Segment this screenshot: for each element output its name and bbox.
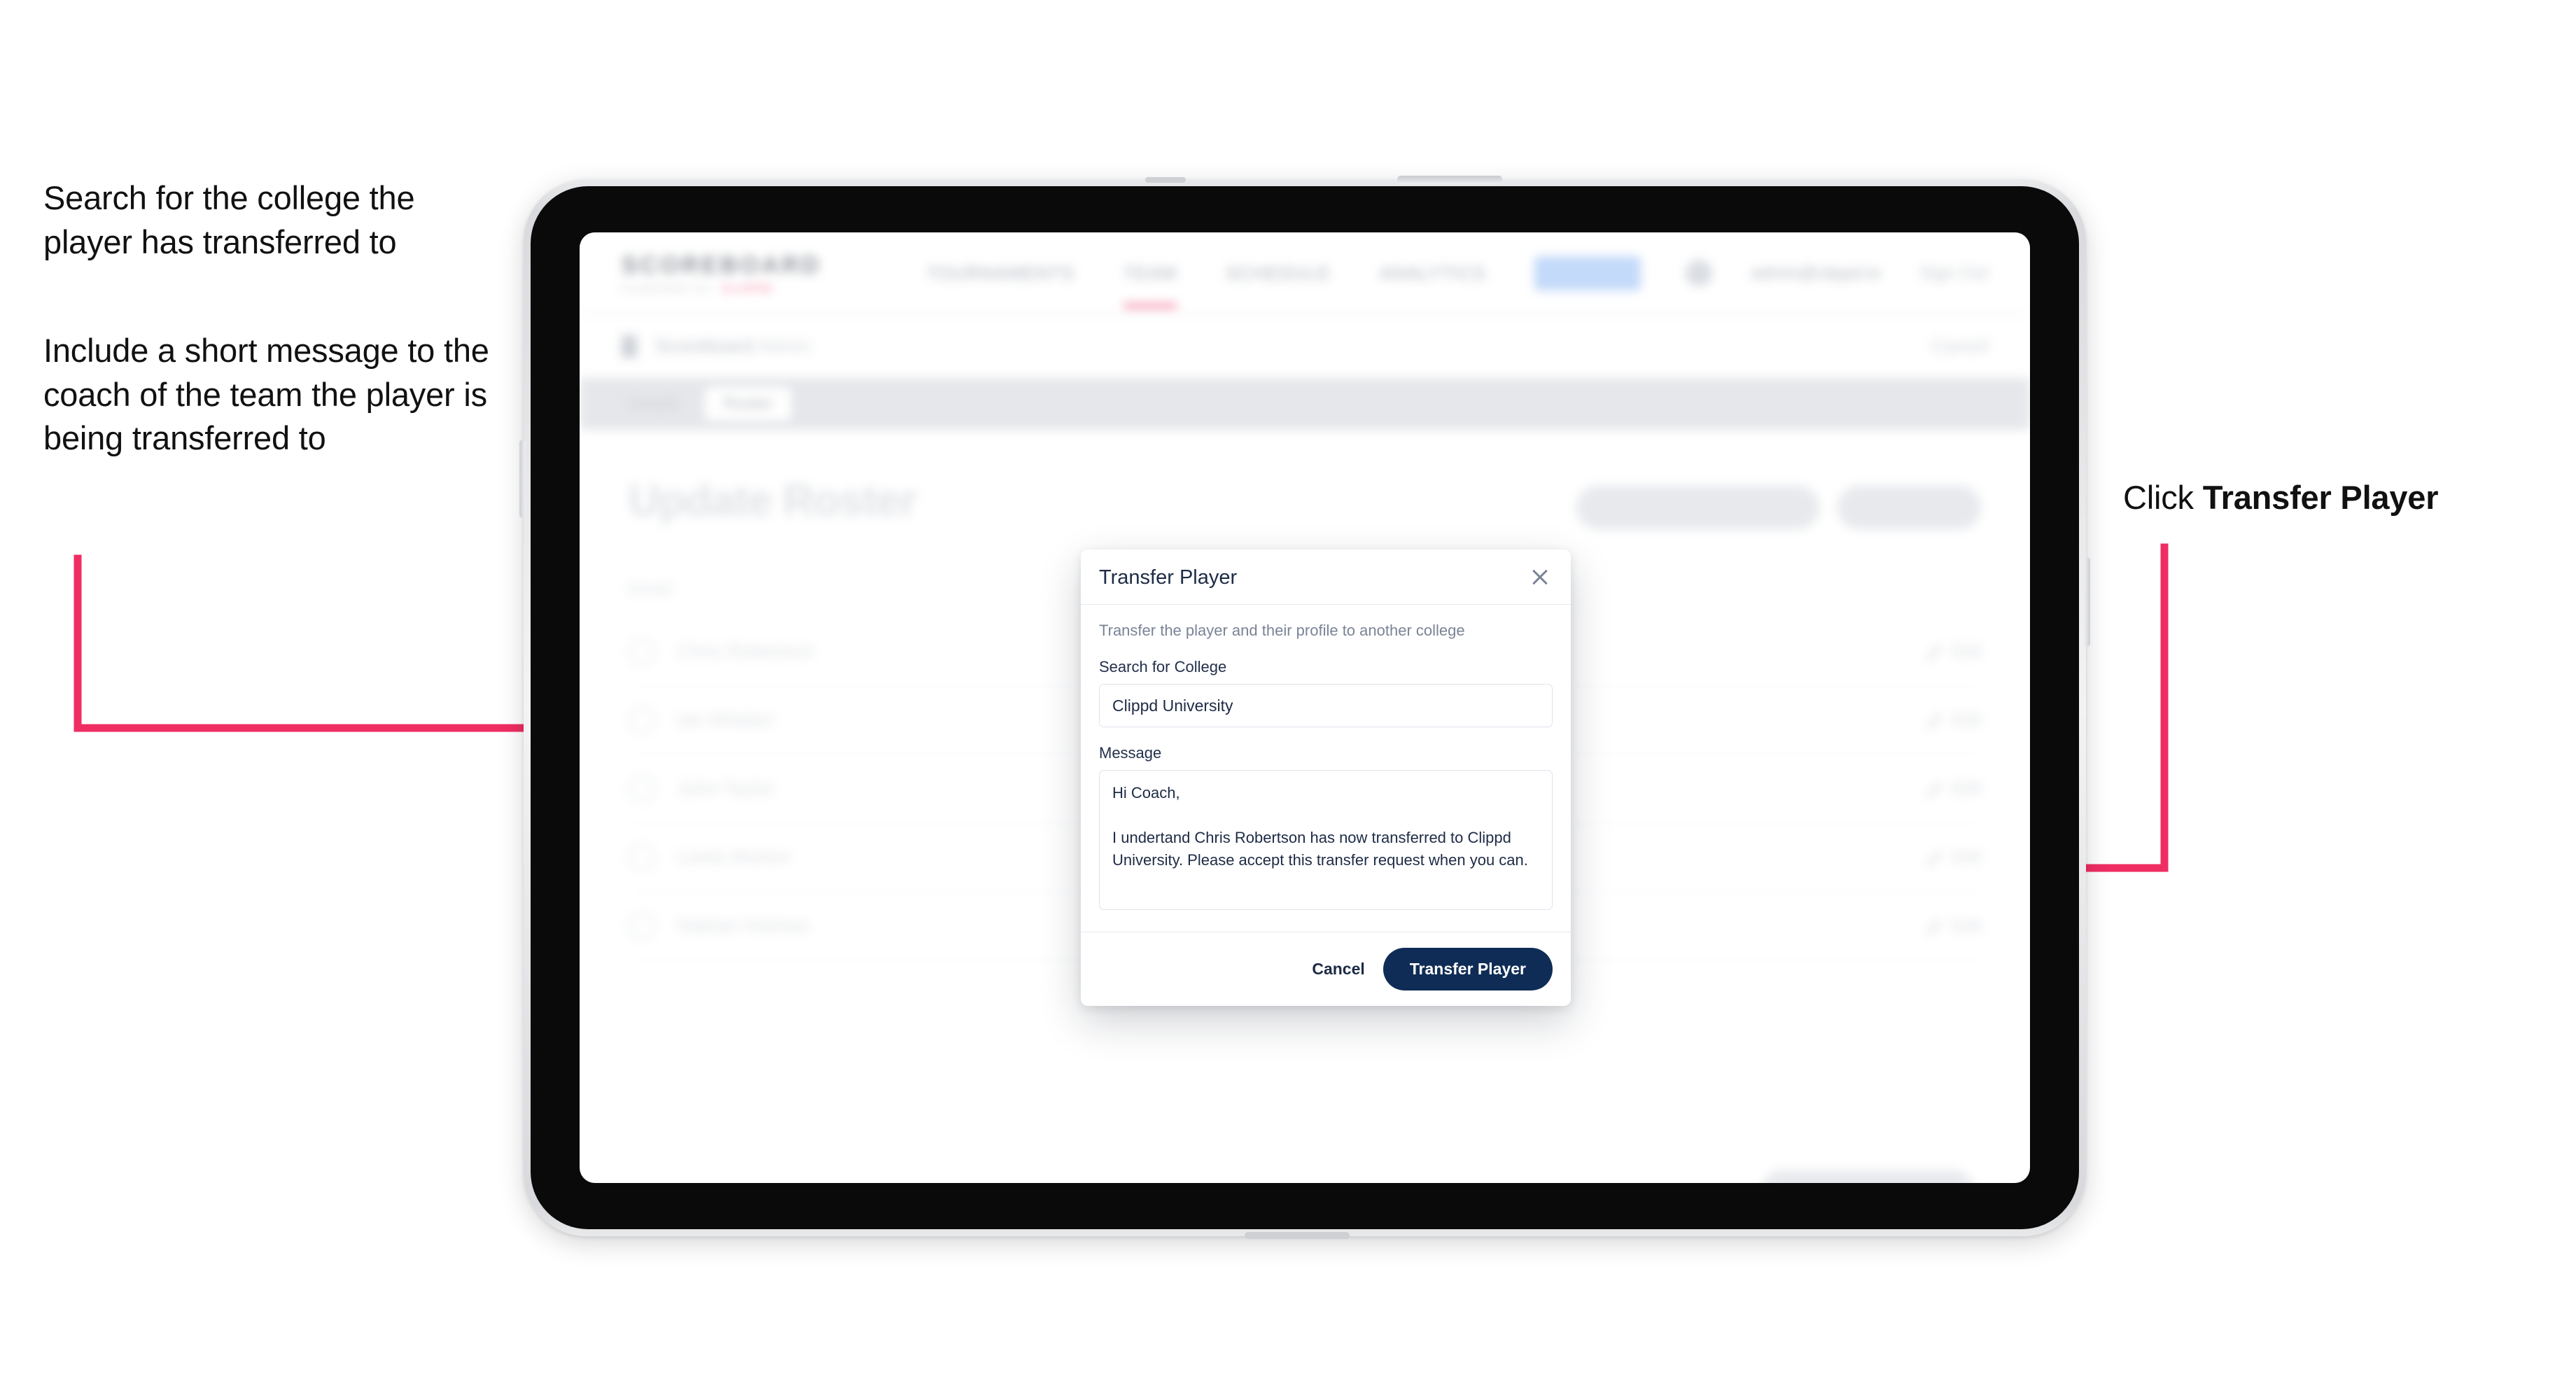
message-textarea[interactable]: Hi Coach, I undertand Chris Robertson ha… <box>1099 770 1553 910</box>
annotation-right-bold: Transfer Player <box>2202 479 2439 516</box>
nav-item-schedule[interactable]: SCHEDULE <box>1226 262 1331 284</box>
avatar[interactable] <box>1685 260 1712 286</box>
brand-sub-b: CLIPPD <box>722 282 774 295</box>
player-name: Chris Robertson <box>678 640 815 662</box>
modal-body: Transfer the player and their profile to… <box>1081 605 1571 932</box>
annotation-right: Click Transfer Player <box>2123 476 2557 520</box>
tablet-device: SCOREBOARD POWERED BY CLIPPD TOURNAMENTS… <box>519 176 2090 1239</box>
screenshot-stage: Search for the college the player has tr… <box>0 0 2576 1386</box>
page-title: Update Roster <box>629 477 917 525</box>
brand-sub-a: POWERED BY <box>622 282 714 295</box>
row-checkbox[interactable] <box>629 706 655 734</box>
subbar-title-muted: Admin <box>757 335 811 356</box>
device-screen: SCOREBOARD POWERED BY CLIPPD TOURNAMENTS… <box>580 232 2030 1183</box>
app-tabs: Details Roster <box>580 378 2030 430</box>
tab-details[interactable]: Details <box>610 387 698 421</box>
transfer-player-modal: Transfer Player Transfer the player and … <box>1081 550 1571 1006</box>
save-and-continue-button[interactable]: Save and Continue <box>1759 1170 1975 1183</box>
header-right: admin@clippd.io Sign Out <box>1685 260 1988 286</box>
annotation-left-bottom: Include a short message to the coach of … <box>43 332 489 456</box>
sign-out-link[interactable]: Sign Out <box>1920 263 1988 284</box>
subbar-cancel-link[interactable]: Cancel <box>1931 335 1988 357</box>
page-head-row: Update Roster Request Player Transfer Ad… <box>629 476 1981 529</box>
row-checkbox[interactable] <box>629 844 655 871</box>
edit-label: Edit <box>1952 710 1981 729</box>
edit-label: Edit <box>1952 916 1981 935</box>
device-power-button[interactable] <box>1397 176 1502 184</box>
pencil-icon <box>1925 919 1942 934</box>
brand-word: SCOREBOARD <box>622 251 822 279</box>
subbar-title: Scoreboard Admin <box>655 335 811 357</box>
edit-label: Edit <box>1952 778 1981 798</box>
player-name: Nathan Holmes <box>678 915 808 936</box>
field-spacer <box>1099 727 1553 744</box>
edit-player-button[interactable]: Edit <box>1925 710 1981 730</box>
edit-player-button[interactable]: Edit <box>1925 778 1981 799</box>
pencil-icon <box>1925 850 1942 866</box>
request-player-transfer-button[interactable]: Request Player Transfer <box>1576 486 1819 529</box>
row-checkbox[interactable] <box>629 912 655 939</box>
college-field-label: Search for College <box>1099 658 1227 676</box>
page-head-buttons: Request Player Transfer Add Player <box>1576 486 1981 529</box>
edit-label: Edit <box>1952 847 1981 867</box>
player-name: Ian Whelan <box>678 709 774 730</box>
modal-header: Transfer Player <box>1081 550 1571 605</box>
pencil-icon <box>1925 713 1942 729</box>
message-field-label: Message <box>1099 744 1162 762</box>
device-connector <box>1245 1232 1350 1239</box>
pencil-icon <box>1925 782 1942 797</box>
modal-title: Transfer Player <box>1099 566 1238 589</box>
device-side-button[interactable] <box>2084 557 2090 647</box>
cancel-button[interactable]: Cancel <box>1312 960 1364 979</box>
account-email: admin@clippd.io <box>1751 262 1881 283</box>
add-player-button[interactable]: Add Player <box>1837 486 1981 529</box>
nav-item-analytics[interactable]: ANALYTICS <box>1380 262 1486 284</box>
edit-player-button[interactable]: Edit <box>1925 641 1981 662</box>
device-volume-button[interactable] <box>519 440 526 518</box>
nav-item-team[interactable]: TEAM <box>1123 262 1177 308</box>
edit-player-button[interactable]: Edit <box>1925 847 1981 867</box>
nav-item-admin[interactable]: ADMIN <box>1534 255 1642 290</box>
annotation-left-top: Search for the college the player has tr… <box>43 179 415 260</box>
row-checkbox[interactable] <box>629 775 655 802</box>
nav-item-tournaments[interactable]: TOURNAMENTS <box>927 262 1074 284</box>
brand-logo[interactable]: SCOREBOARD POWERED BY CLIPPD <box>622 252 822 295</box>
transfer-player-button[interactable]: Transfer Player <box>1382 948 1553 990</box>
row-checkbox[interactable] <box>629 638 655 665</box>
college-search-input[interactable] <box>1099 684 1553 727</box>
subbar-title-main: Scoreboard <box>655 335 753 356</box>
app-subbar: Scoreboard Admin Cancel <box>580 315 2030 378</box>
edit-player-button[interactable]: Edit <box>1925 916 1981 936</box>
modal-footer: Cancel Transfer Player <box>1081 932 1571 1006</box>
app-header: SCOREBOARD POWERED BY CLIPPD TOURNAMENTS… <box>580 232 2030 315</box>
modal-description: Transfer the player and their profile to… <box>1099 622 1465 639</box>
player-name: Lewis Morton <box>678 846 790 867</box>
edit-label: Edit <box>1952 641 1981 661</box>
brand-subline: POWERED BY CLIPPD <box>622 283 822 295</box>
tab-roster[interactable]: Roster <box>705 387 792 421</box>
close-icon[interactable] <box>1527 565 1553 590</box>
scoreboard-icon <box>622 335 637 358</box>
primary-nav: TOURNAMENTS TEAM SCHEDULE ANALYTICS ADMI… <box>927 255 1642 308</box>
annotation-right-prefix: Click <box>2123 479 2203 516</box>
pencil-icon <box>1925 645 1942 660</box>
device-mic <box>1145 177 1186 183</box>
player-name: John Taylor <box>678 778 774 799</box>
bottom-cta-row: Save and Continue <box>629 1170 1981 1183</box>
